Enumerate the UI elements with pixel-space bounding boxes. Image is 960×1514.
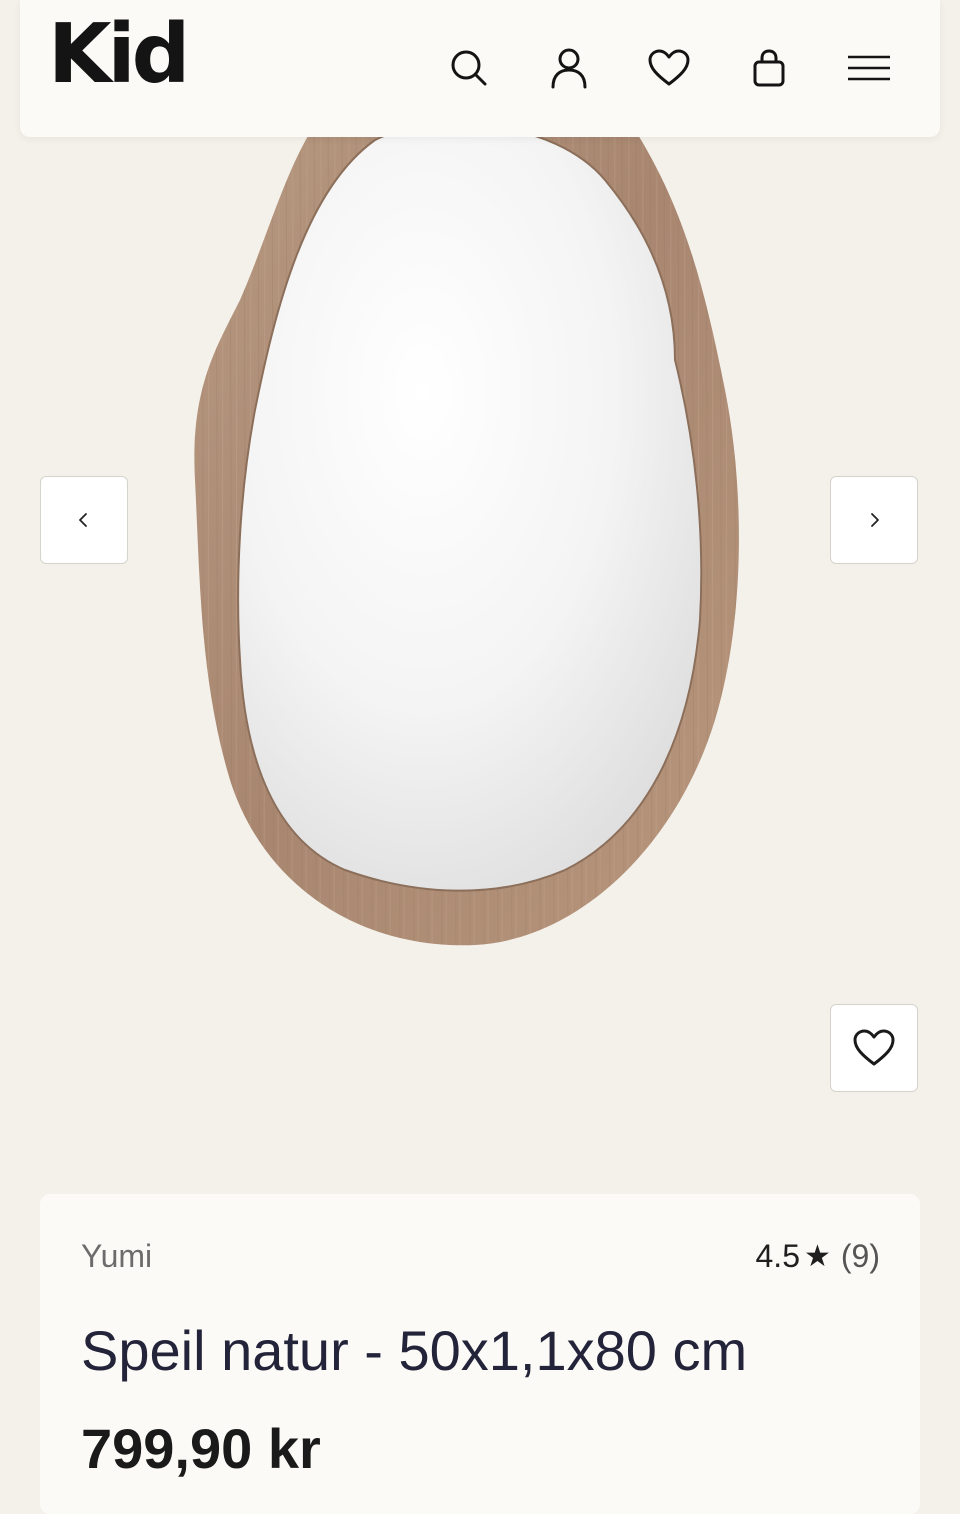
product-info-card: Yumi 4.5 ★ (9) Speil natur - 50x1,1x80 c… bbox=[40, 1194, 920, 1514]
product-title: Speil natur - 50x1,1x80 cm bbox=[81, 1319, 748, 1382]
product-price: 799,90 kr bbox=[81, 1417, 321, 1480]
search-icon bbox=[451, 50, 487, 86]
product-gallery bbox=[0, 0, 960, 1150]
heart-icon bbox=[853, 1029, 895, 1066]
chevron-left-icon bbox=[79, 513, 87, 527]
menu-button[interactable] bbox=[841, 40, 897, 96]
star-icon: ★ bbox=[803, 1240, 831, 1273]
chevron-right-icon bbox=[871, 513, 879, 527]
next-image-button[interactable] bbox=[830, 476, 918, 564]
add-to-favorites-button[interactable] bbox=[830, 1004, 918, 1092]
product-image bbox=[194, 60, 739, 946]
previous-image-button[interactable] bbox=[40, 476, 128, 564]
account-button[interactable] bbox=[541, 40, 597, 96]
menu-icon bbox=[848, 55, 890, 81]
rating-score: 4.5 bbox=[755, 1238, 800, 1274]
site-header: Kid bbox=[20, 0, 940, 137]
review-count: (9) bbox=[840, 1238, 880, 1274]
bag-icon bbox=[753, 49, 785, 87]
heart-icon bbox=[648, 49, 690, 86]
search-button[interactable] bbox=[441, 40, 497, 96]
wishlist-button[interactable] bbox=[641, 40, 697, 96]
user-icon bbox=[551, 48, 587, 89]
site-logo[interactable]: Kid bbox=[48, 14, 190, 96]
product-brand[interactable]: Yumi bbox=[81, 1238, 152, 1275]
product-rating[interactable]: 4.5 ★ (9) bbox=[756, 1238, 881, 1275]
cart-button[interactable] bbox=[741, 40, 797, 96]
